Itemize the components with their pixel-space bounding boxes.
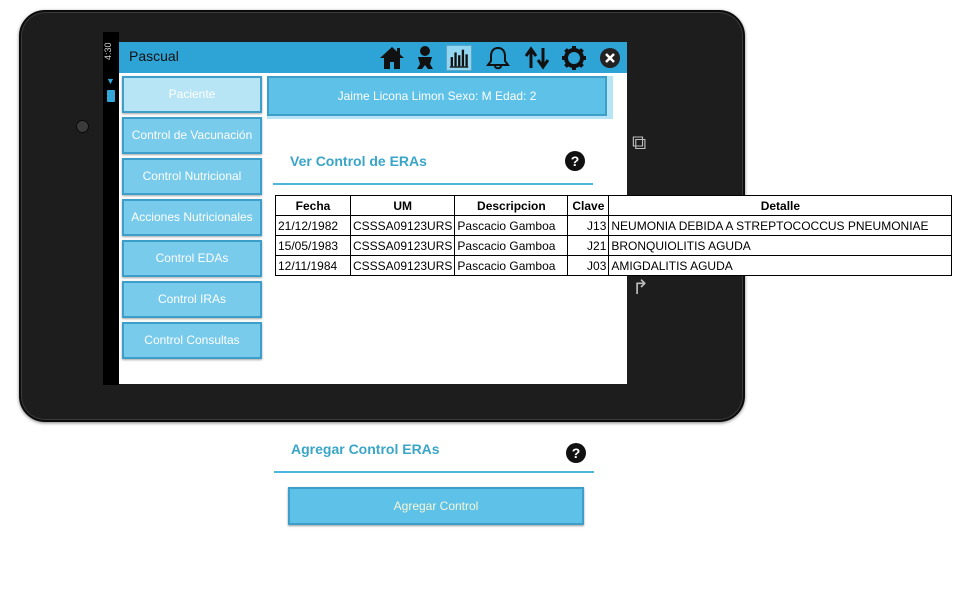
close-icon[interactable]	[599, 47, 621, 69]
cell-fecha: 15/05/1983	[275, 235, 351, 256]
battery-icon	[107, 90, 115, 102]
cell-clave: J03	[567, 255, 610, 276]
app-bar: Pascual	[119, 42, 627, 73]
table-header-row: Fecha UM Descripcion Clave Detalle	[275, 195, 953, 216]
patient-banner: Jaime Licona Limon Sexo: M Edad: 2	[267, 76, 607, 116]
sidebar-item-control-vacunacion[interactable]: Control de Vacunación	[122, 117, 262, 154]
home-icon[interactable]	[379, 45, 405, 71]
cell-clave: J13	[567, 215, 610, 236]
sidebar-item-paciente[interactable]: Paciente	[122, 76, 262, 113]
column-header-fecha: Fecha	[275, 195, 351, 216]
cell-fecha: 21/12/1982	[275, 215, 351, 236]
cell-um: CSSSA09123URS	[349, 235, 456, 256]
cell-detalle: BRONQUIOLITIS AGUDA	[608, 235, 953, 256]
sidebar-item-acciones-nutricionales[interactable]: Acciones Nutricionales	[122, 199, 262, 236]
view-section-divider	[273, 183, 593, 185]
cell-fecha: 12/11/1984	[275, 255, 351, 276]
status-bar: 4:30 ▼	[103, 32, 119, 385]
cell-um: CSSSA09123URS	[349, 215, 456, 236]
recent-apps-icon[interactable]: ⧉	[632, 130, 646, 154]
column-header-detalle: Detalle	[608, 195, 953, 216]
eras-table: Fecha UM Descripcion Clave Detalle 21/12…	[275, 195, 953, 276]
camera-dot	[76, 120, 89, 133]
view-help-icon[interactable]: ?	[565, 151, 585, 171]
column-header-clave: Clave	[567, 195, 610, 216]
view-section-title: Ver Control de ERAs	[290, 153, 427, 169]
add-help-icon[interactable]: ?	[566, 443, 586, 463]
column-header-descripcion: Descripcion	[454, 195, 569, 216]
cell-clave: J21	[567, 235, 610, 256]
cell-detalle: AMIGDALITIS AGUDA	[608, 255, 953, 276]
table-row[interactable]: 12/11/1984 CSSSA09123URS Pascacio Gamboa…	[275, 255, 953, 276]
baby-icon[interactable]	[412, 45, 438, 71]
patient-banner-shadow	[607, 76, 613, 119]
add-control-button[interactable]: Agregar Control	[288, 487, 584, 525]
add-section-title: Agregar Control ERAs	[291, 441, 440, 457]
sidebar-item-control-consultas[interactable]: Control Consultas	[122, 322, 262, 359]
gear-icon[interactable]	[561, 45, 587, 71]
sidebar-item-control-edas[interactable]: Control EDAs	[122, 240, 262, 277]
sync-arrows-icon[interactable]	[524, 45, 550, 71]
bell-icon[interactable]	[485, 45, 511, 71]
table-row[interactable]: 15/05/1983 CSSSA09123URS Pascacio Gamboa…	[275, 235, 953, 256]
cell-descripcion: Pascacio Gamboa	[454, 235, 569, 256]
table-row[interactable]: 21/12/1982 CSSSA09123URS Pascacio Gamboa…	[275, 215, 953, 236]
cell-detalle: NEUMONIA DEBIDA A STREPTOCOCCUS PNEUMONI…	[608, 215, 953, 236]
wifi-icon: ▼	[106, 76, 115, 86]
add-section-divider	[274, 471, 594, 473]
status-time: 4:30	[103, 42, 113, 60]
patient-banner-shadow-bottom	[267, 116, 613, 119]
app-title: Pascual	[129, 48, 179, 64]
cell-um: CSSSA09123URS	[349, 255, 456, 276]
sidebar-item-control-nutricional[interactable]: Control Nutricional	[122, 158, 262, 195]
cell-descripcion: Pascacio Gamboa	[454, 215, 569, 236]
cell-descripcion: Pascacio Gamboa	[454, 255, 569, 276]
sidebar-item-control-iras[interactable]: Control IRAs	[122, 281, 262, 318]
column-header-um: UM	[349, 195, 456, 216]
bar-chart-icon[interactable]	[446, 45, 472, 71]
back-icon[interactable]: ↱	[632, 275, 649, 299]
